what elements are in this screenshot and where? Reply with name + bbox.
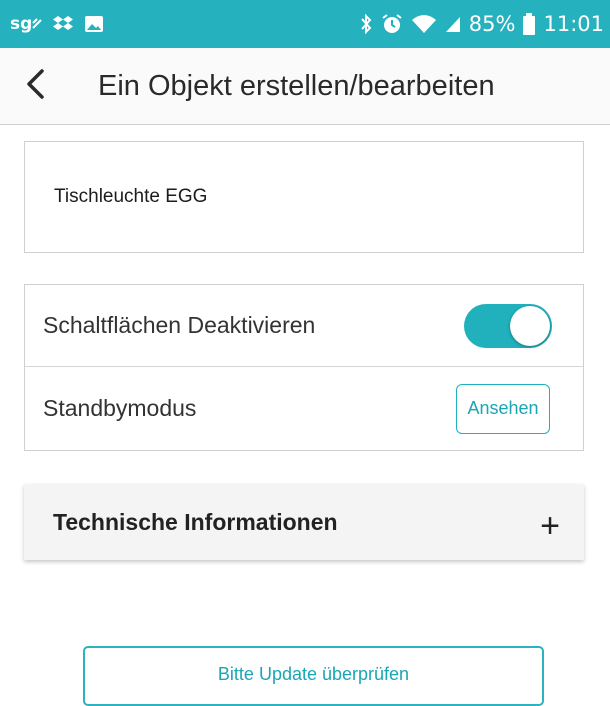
standby-label: Standbymodus: [43, 395, 197, 421]
image-icon: [84, 15, 104, 33]
chevron-left-icon: [25, 68, 45, 105]
tech-info-title: Technische Informationen: [53, 508, 338, 535]
alarm-icon: [381, 13, 403, 35]
disable-buttons-toggle[interactable]: [464, 303, 552, 348]
plus-icon[interactable]: +: [540, 509, 560, 543]
battery-percent: 85%: [468, 12, 516, 36]
tech-info-expander[interactable]: Technische Informationen +: [24, 484, 584, 560]
wifi-icon: [411, 14, 437, 34]
status-right: 85% 11:01: [359, 12, 604, 36]
setting-row-disable-buttons: Schaltflächen Deaktivieren: [25, 285, 583, 366]
status-bar: sg 85% 11:01: [0, 0, 610, 48]
object-name-value: Tischleuchte EGG: [54, 186, 208, 207]
toggle-knob: [510, 305, 550, 346]
setting-row-standby: Standbymodus Ansehen: [25, 366, 583, 450]
dropbox-icon: [52, 15, 74, 33]
disable-buttons-label: Schaltflächen Deaktivieren: [43, 312, 316, 338]
object-name-field[interactable]: Tischleuchte EGG: [24, 141, 584, 253]
settings-card: Schaltflächen Deaktivieren Standbymodus …: [24, 284, 584, 451]
cell-signal-icon: [445, 15, 461, 33]
app-bar: Ein Objekt erstellen/bearbeiten: [0, 48, 610, 125]
check-update-button[interactable]: Bitte Update überprüfen: [83, 646, 544, 706]
status-left: sg: [10, 14, 104, 34]
battery-icon: [523, 13, 536, 35]
sg-signal-icon: sg: [10, 14, 43, 34]
page-title: Ein Objekt erstellen/bearbeiten: [98, 69, 495, 102]
sg-text: sg: [10, 14, 33, 34]
clock: 11:01: [543, 12, 604, 36]
bluetooth-icon: [359, 13, 373, 35]
standby-view-button[interactable]: Ansehen: [456, 383, 550, 434]
back-button[interactable]: [0, 48, 70, 124]
